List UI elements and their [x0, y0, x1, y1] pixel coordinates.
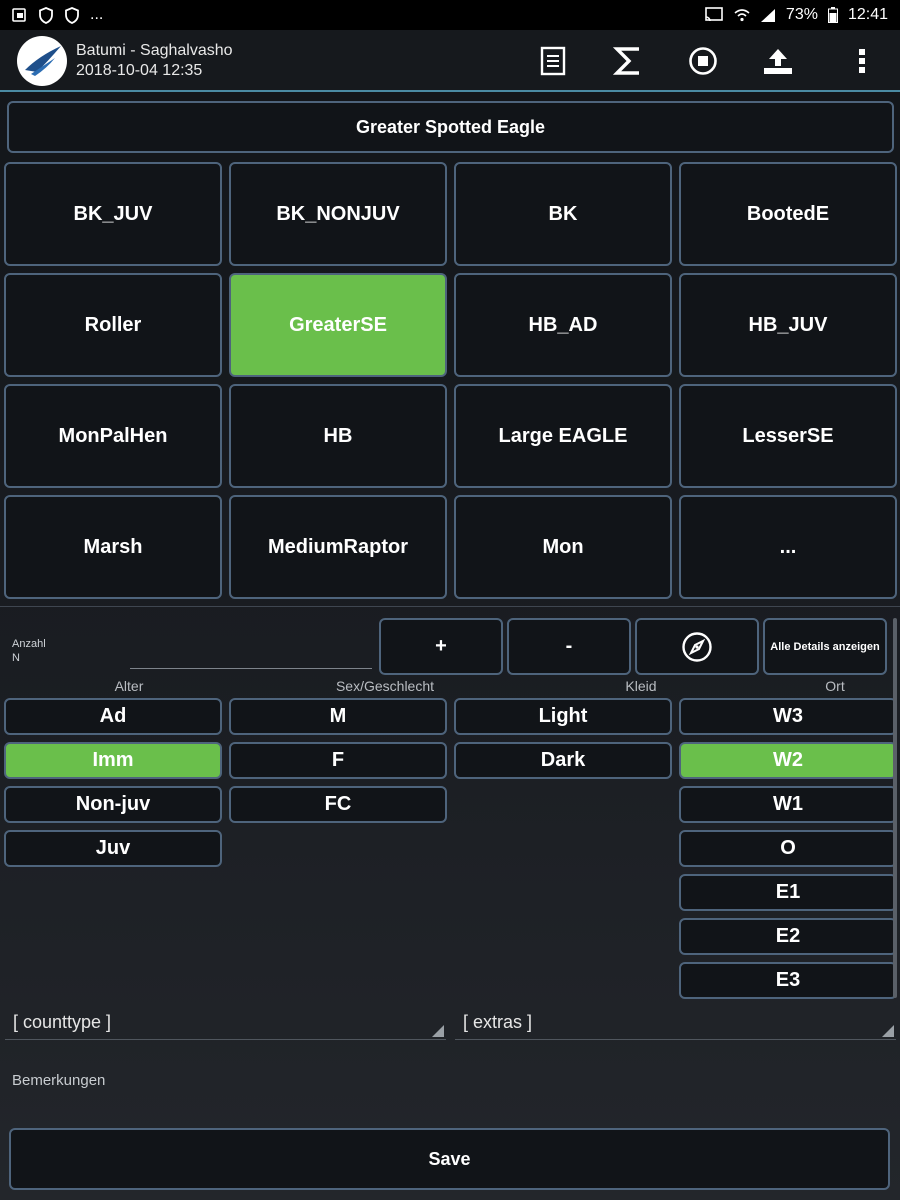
shield-icon — [39, 6, 53, 24]
stop-button[interactable] — [685, 43, 721, 79]
counttype-dropdown[interactable]: [ counttype ] — [5, 1012, 446, 1040]
sex-option[interactable]: FC — [229, 786, 447, 823]
location-column-label: Ort — [825, 678, 845, 694]
species-button[interactable]: BK_NONJUV — [229, 162, 447, 266]
species-button[interactable]: BK_JUV — [4, 162, 222, 266]
dropdown-triangle-icon — [432, 1025, 444, 1037]
list-button[interactable] — [535, 43, 571, 79]
species-button[interactable]: BK — [454, 162, 672, 266]
battery-level: 73% — [785, 6, 818, 23]
species-button[interactable]: MediumRaptor — [229, 495, 447, 599]
section-divider — [0, 606, 900, 607]
sex-option[interactable]: F — [229, 742, 447, 779]
app-titles: Batumi - Saghalvasho 2018-10-04 12:35 — [76, 41, 233, 81]
extras-dropdown[interactable]: [ extras ] — [455, 1012, 896, 1040]
species-button-selected[interactable]: GreaterSE — [229, 273, 447, 377]
decrement-button[interactable]: - — [507, 618, 631, 675]
location-option[interactable]: E3 — [679, 962, 897, 999]
plumage-option[interactable]: Light — [454, 698, 672, 735]
species-button[interactable]: BootedE — [679, 162, 897, 266]
species-button[interactable]: LesserSE — [679, 384, 897, 488]
location-option[interactable]: E2 — [679, 918, 897, 955]
species-button[interactable]: Mon — [454, 495, 672, 599]
location-option[interactable]: W1 — [679, 786, 897, 823]
plumage-column-label: Kleid — [625, 678, 657, 694]
extras-value: [ extras ] — [463, 1012, 533, 1032]
overflow-menu-button[interactable] — [844, 43, 880, 79]
status-bar: ... 73% 12:41 — [0, 0, 900, 30]
notification-icon — [12, 8, 26, 22]
sex-column-label: Sex/Geschlecht — [335, 678, 435, 694]
remarks-input[interactable]: Bemerkungen — [12, 1072, 105, 1089]
wifi-icon — [734, 9, 750, 22]
location-option-selected[interactable]: W2 — [679, 742, 897, 779]
stop-circle-icon — [689, 47, 717, 75]
clock: 12:41 — [847, 6, 888, 23]
save-button[interactable]: Save — [9, 1128, 890, 1190]
counttype-value: [ counttype ] — [13, 1012, 112, 1032]
sex-option[interactable]: M — [229, 698, 447, 735]
sum-button[interactable] — [610, 43, 646, 79]
dropdown-triangle-icon — [882, 1025, 894, 1037]
species-button[interactable]: Large EAGLE — [454, 384, 672, 488]
more-species-button[interactable]: ... — [679, 495, 897, 599]
location-option[interactable]: O — [679, 830, 897, 867]
count-label: Anzahl — [12, 638, 46, 650]
plumage-option[interactable]: Dark — [454, 742, 672, 779]
species-button[interactable]: MonPalHen — [4, 384, 222, 488]
compass-icon — [682, 631, 712, 662]
age-option-selected[interactable]: Imm — [4, 742, 222, 779]
battery-icon — [827, 7, 838, 23]
more-vertical-icon — [859, 49, 865, 73]
upload-icon — [764, 49, 792, 74]
direction-button[interactable] — [635, 618, 759, 675]
signal-icon — [760, 9, 775, 22]
sigma-icon — [613, 47, 639, 75]
increment-button[interactable]: + — [379, 618, 503, 675]
site-name: Batumi - Saghalvasho — [76, 42, 233, 59]
app-bar: Batumi - Saghalvasho 2018-10-04 12:35 — [0, 30, 900, 92]
cast-icon — [705, 7, 723, 22]
age-option[interactable]: Juv — [4, 830, 222, 867]
species-name-header[interactable]: Greater Spotted Eagle — [7, 101, 894, 153]
app-logo — [17, 36, 67, 86]
species-button[interactable]: Marsh — [4, 495, 222, 599]
show-all-details-button[interactable]: Alle Details anzeigen — [763, 618, 887, 675]
status-bar-left: ... — [12, 6, 103, 24]
location-option[interactable]: E1 — [679, 874, 897, 911]
list-icon — [540, 46, 566, 76]
status-bar-right: 73% 12:41 — [704, 6, 888, 24]
scrollbar[interactable] — [893, 618, 897, 998]
count-sub-label: N — [12, 652, 20, 664]
age-option[interactable]: Ad — [4, 698, 222, 735]
species-button[interactable]: HB — [229, 384, 447, 488]
species-button[interactable]: HB_JUV — [679, 273, 897, 377]
species-button[interactable]: Roller — [4, 273, 222, 377]
location-option[interactable]: W3 — [679, 698, 897, 735]
count-input[interactable] — [130, 668, 372, 669]
more-notifications: ... — [90, 6, 104, 23]
upload-button[interactable] — [760, 43, 796, 79]
age-column-label: Alter — [114, 678, 144, 694]
species-button[interactable]: HB_AD — [454, 273, 672, 377]
bird-logo-icon — [18, 37, 66, 85]
age-option[interactable]: Non-juv — [4, 786, 222, 823]
session-datetime: 2018-10-04 12:35 — [76, 62, 203, 79]
shield-icon — [65, 6, 79, 24]
